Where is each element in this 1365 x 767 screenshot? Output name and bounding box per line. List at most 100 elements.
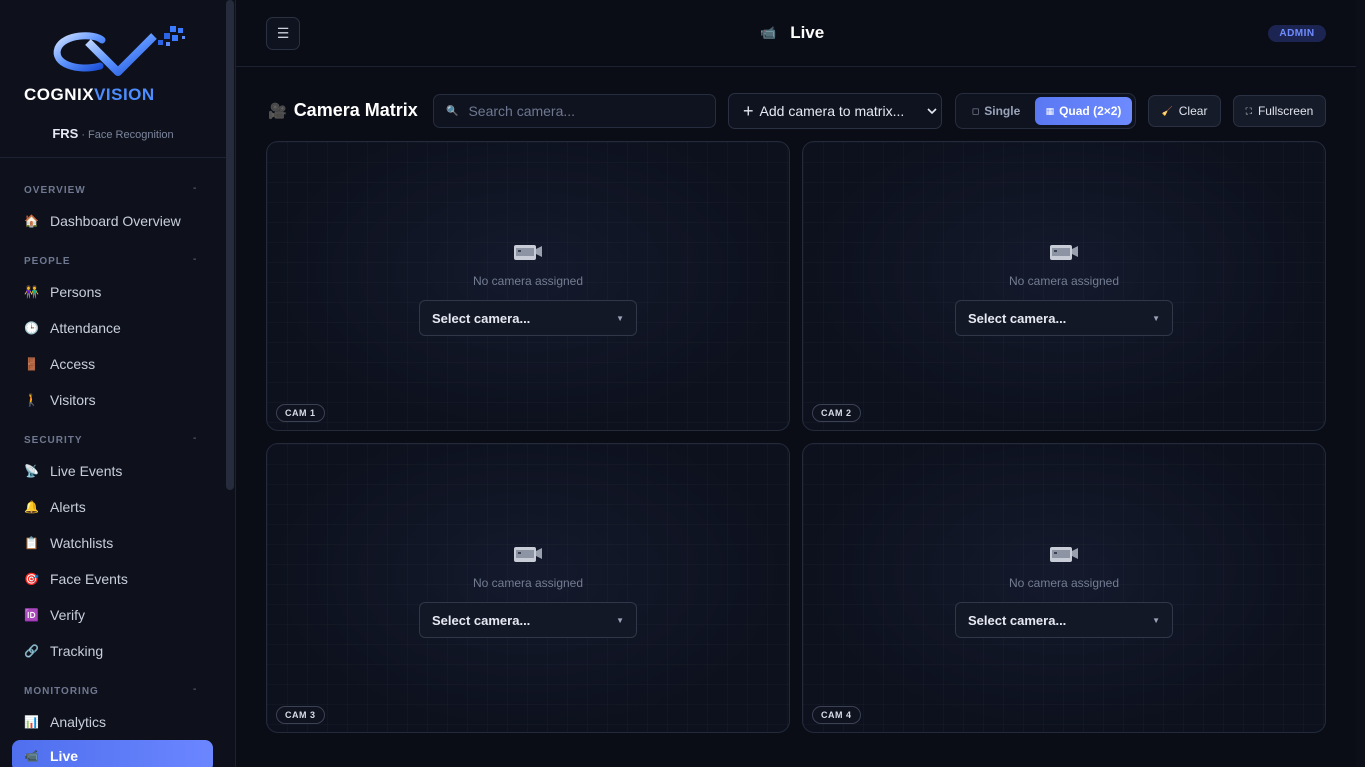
bar-chart-icon: 📊 [24,715,39,729]
camera-placeholder-icon [1050,245,1078,260]
search-input[interactable] [468,103,709,119]
collapse-icon[interactable]: - [193,183,196,194]
camera-placeholder-icon [1050,547,1078,562]
camera-select-label: Select camera... [432,310,531,326]
video-camera-icon: 📹 [760,25,777,40]
sidebar-item-alerts[interactable]: 🔔 Alerts [12,491,213,523]
movie-camera-icon: 🎥 [268,102,287,120]
camera-slot-badge: CAM 1 [276,404,325,422]
empty-state-text: No camera assigned [472,576,584,590]
page-title: 📹 Live [760,23,824,43]
section-label-people: PEOPLE [24,256,71,267]
collapse-icon[interactable]: - [193,684,196,695]
sidebar-item-label: Alerts [50,499,86,515]
page-title-text: Live [790,23,825,42]
clear-button[interactable]: 🧹 Clear [1148,95,1221,127]
layout-toggle-group: ◻ Single ▦ Quad (2×2) [955,93,1136,129]
section-label-security: SECURITY [24,435,83,446]
sidebar-item-label: Live [50,748,79,764]
triangle-down-icon: ▼ [616,314,624,323]
fullscreen-button[interactable]: ⛶ Fullscreen [1233,95,1326,127]
product-subtitle: · Face Recognition [81,129,174,141]
sidebar-scrollbar[interactable] [226,0,234,490]
camera-slot-badge: CAM 2 [812,404,861,422]
camera-placeholder-icon [514,547,542,562]
collapse-icon[interactable]: - [193,254,196,265]
sidebar-item-label: Watchlists [50,535,114,551]
layout-single-button[interactable]: ◻ Single [959,97,1033,125]
camera-cell: No camera assigned Select camera... ▼ CA… [802,443,1326,733]
sidebar-item-tracking[interactable]: 🔗 Tracking [12,635,213,667]
clear-label: Clear [1178,104,1208,118]
layout-single-label: Single [984,104,1021,118]
hamburger-icon: ☰ [276,25,290,41]
clock-icon: 🕒 [24,321,39,335]
fullscreen-label: Fullscreen [1257,104,1314,118]
camera-slot-badge: CAM 3 [276,706,325,724]
square-icon: ◻ [971,105,980,116]
camera-cell: No camera assigned Select camera... ▼ CA… [266,443,790,733]
camera-placeholder-icon [514,245,542,260]
section-label-monitoring: MONITORING [24,686,99,697]
sidebar-item-verify[interactable]: 🆔 Verify [12,599,213,631]
sidebar-item-label: Visitors [50,392,96,408]
sidebar-item-label: Verify [50,607,86,623]
target-icon: 🎯 [24,572,39,586]
camera-cell: No camera assigned Select camera... ▼ CA… [266,141,790,431]
triangle-down-icon: ▼ [1152,314,1160,323]
camera-select-label: Select camera... [968,310,1067,326]
sidebar-item-analytics[interactable]: 📊 Analytics [12,706,213,738]
camera-select-label: Select camera... [432,612,531,628]
satellite-icon: 📡 [24,464,39,478]
id-icon: 🆔 [24,608,39,622]
sidebar-item-attendance[interactable]: 🕒 Attendance [12,312,213,344]
add-camera-select[interactable]: + Add camera to matrix... [728,93,942,129]
sidebar-item-face-events[interactable]: 🎯 Face Events [12,563,213,595]
section-title: 🎥 Camera Matrix [268,100,418,121]
sidebar-item-label: Attendance [50,320,121,336]
triangle-down-icon: ▼ [1152,616,1160,625]
camera-select[interactable]: Select camera... ▼ [419,602,637,638]
product-name: FRS [52,126,79,141]
add-camera-label: Add camera to matrix... [759,103,905,119]
search-box[interactable]: 🔍 [433,94,716,128]
sidebar: COGNIXVISION FRS · Face Recognition OVERV… [0,0,236,767]
bell-icon: 🔔 [24,500,39,514]
walking-person-icon: 🚶 [24,393,39,407]
sidebar-item-label: Dashboard Overview [50,213,181,229]
role-badge: ADMIN [1268,25,1326,42]
top-bar: ☰ 📹 Live ADMIN [236,0,1356,67]
grid-icon: ▦ [1045,105,1055,116]
brand-wordmark: COGNIXVISION [24,85,204,105]
camera-select[interactable]: Select camera... ▼ [955,300,1173,336]
sidebar-item-persons[interactable]: 👫 Persons [12,276,213,308]
sidebar-item-access[interactable]: 🚪 Access [12,348,213,380]
triangle-down-icon: ▼ [616,616,624,625]
sidebar-item-live-events[interactable]: 📡 Live Events [12,455,213,487]
search-icon: 🔍 [446,105,459,117]
sidebar-item-live[interactable]: 📹 Live [12,740,213,767]
brand-wordmark-accent: VISION [94,85,155,104]
sidebar-item-watchlists[interactable]: 📋 Watchlists [12,527,213,559]
page-scrollbar[interactable] [1356,0,1365,767]
camera-select-label: Select camera... [968,612,1067,628]
layout-quad-button[interactable]: ▦ Quad (2×2) [1035,97,1132,125]
sidebar-item-visitors[interactable]: 🚶 Visitors [12,384,213,416]
brand-block: COGNIXVISION FRS · Face Recognition [0,0,226,158]
clipboard-icon: 📋 [24,536,39,550]
brand-wordmark-main: COGNIX [24,85,95,104]
people-icon: 👫 [24,285,39,299]
collapse-icon[interactable]: - [193,433,196,444]
sidebar-item-label: Access [50,356,96,372]
video-camera-icon: 📹 [24,749,39,763]
camera-slot-badge: CAM 4 [812,706,861,724]
camera-select[interactable]: Select camera... ▼ [419,300,637,336]
sidebar-item-dashboard-overview[interactable]: 🏠 Dashboard Overview [12,205,213,237]
cognix-vision-logo-icon [53,26,185,76]
camera-select[interactable]: Select camera... ▼ [955,602,1173,638]
fullscreen-icon: ⛶ [1245,105,1252,116]
section-label-overview: OVERVIEW [24,185,86,196]
camera-cell: No camera assigned Select camera... ▼ CA… [802,141,1326,431]
menu-toggle-button[interactable]: ☰ [266,17,300,50]
sidebar-item-label: Analytics [50,714,107,730]
